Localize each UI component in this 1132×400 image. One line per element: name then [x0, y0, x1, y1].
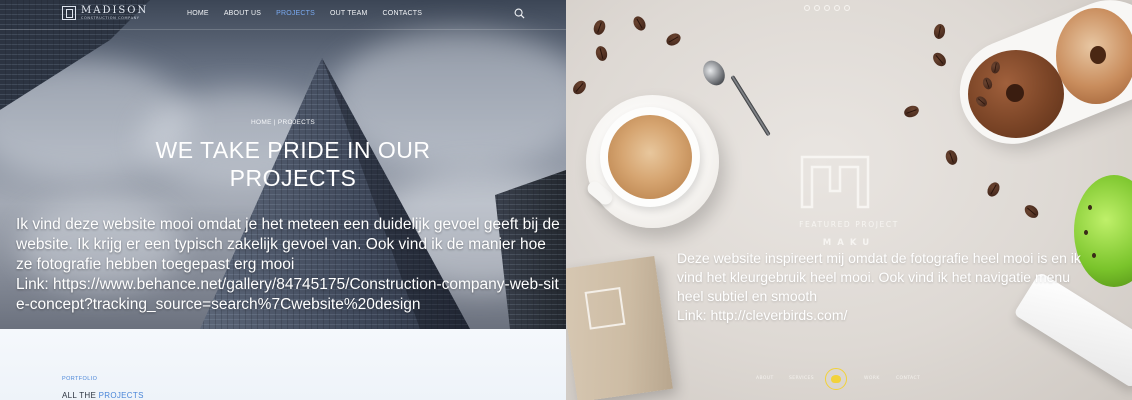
- portfolio-label: PORTFOLIO: [62, 376, 98, 382]
- coffee-bean: [570, 78, 589, 97]
- coffee-bean: [984, 180, 1003, 199]
- maku-logo-icon[interactable]: [800, 155, 870, 209]
- logo-name: MADISON: [81, 5, 149, 16]
- project-name: MAKU: [822, 238, 876, 248]
- heading-highlight: PROJECTS: [98, 391, 144, 400]
- featured-project-label: FEATURED PROJECT: [799, 220, 899, 229]
- bottom-nav-services[interactable]: SERVICES: [789, 376, 814, 381]
- bird-logo-icon[interactable]: [825, 368, 847, 390]
- coffee-bean: [591, 18, 608, 37]
- page-title: WE TAKE PRIDE IN OUR PROJECTS: [155, 137, 431, 191]
- bottom-nav-work[interactable]: WORK: [864, 376, 880, 381]
- social-icon[interactable]: [804, 5, 810, 11]
- nav-item-projects[interactable]: PROJECTS: [276, 10, 315, 17]
- coffee-bean: [943, 148, 960, 167]
- glazed-donut: [1056, 8, 1132, 104]
- coffee-bean: [902, 103, 921, 120]
- right-panel: FEATURED PROJECT MAKU Deze website inspi…: [566, 0, 1132, 400]
- breadcrumb[interactable]: HOME | PROJECTS: [0, 119, 566, 126]
- hero-image: MADISON CONSTRUCTION COMPANY HOME ABOUT …: [0, 0, 566, 329]
- social-icon[interactable]: [834, 5, 840, 11]
- bag-logo: [584, 287, 626, 330]
- coffee-bag: [566, 255, 673, 400]
- annotation-note: Ik vind deze website mooi omdat je het m…: [16, 216, 560, 273]
- social-icon[interactable]: [814, 5, 820, 11]
- annotation-link: Link: https://www.behance.net/gallery/84…: [16, 276, 559, 313]
- bottom-nav-contact[interactable]: CONTACT: [896, 376, 920, 381]
- coffee-bean: [594, 44, 609, 63]
- chocolate-donut: [968, 50, 1064, 138]
- social-icon[interactable]: [844, 5, 850, 11]
- logo-subtitle: CONSTRUCTION COMPANY: [81, 16, 140, 20]
- nav-item-contacts[interactable]: CONTACTS: [383, 10, 423, 17]
- annotation-text-left: Ik vind deze website mooi omdat je het m…: [16, 215, 561, 315]
- spoon: [730, 74, 771, 137]
- portfolio-section: [0, 329, 566, 400]
- spoon-head: [698, 56, 730, 90]
- annotation-note: Deze website inspireert mij omdat de fot…: [677, 250, 1081, 304]
- bottom-nav-about[interactable]: ABOUT: [756, 376, 774, 381]
- logo-building-icon: [62, 6, 76, 21]
- main-nav: HOME ABOUT US PROJECTS OUT TEAM CONTACTS: [187, 10, 422, 17]
- coffee-bean: [664, 30, 683, 49]
- coffee-bean: [930, 50, 949, 69]
- search-icon[interactable]: [514, 8, 525, 19]
- left-panel: MADISON CONSTRUCTION COMPANY HOME ABOUT …: [0, 0, 566, 400]
- coffee-bean: [1022, 202, 1041, 221]
- coffee-bean: [932, 23, 947, 40]
- section-heading: ALL THE PROJECTS: [62, 391, 144, 400]
- social-icon[interactable]: [824, 5, 830, 11]
- coffee-bean: [630, 14, 649, 33]
- heading-prefix: ALL THE: [62, 391, 99, 400]
- company-logo[interactable]: MADISON CONSTRUCTION COMPANY: [62, 6, 148, 21]
- nav-item-out-team[interactable]: OUT TEAM: [330, 10, 368, 17]
- annotation-link: Link: http://cleverbirds.com/: [677, 307, 848, 323]
- top-navbar: MADISON CONSTRUCTION COMPANY HOME ABOUT …: [0, 0, 566, 30]
- nav-item-about-us[interactable]: ABOUT US: [224, 10, 261, 17]
- social-icons: [804, 5, 850, 11]
- coffee: [608, 115, 692, 199]
- annotation-text-right: Deze website inspireert mij omdat de fot…: [677, 249, 1097, 325]
- nav-item-home[interactable]: HOME: [187, 10, 209, 17]
